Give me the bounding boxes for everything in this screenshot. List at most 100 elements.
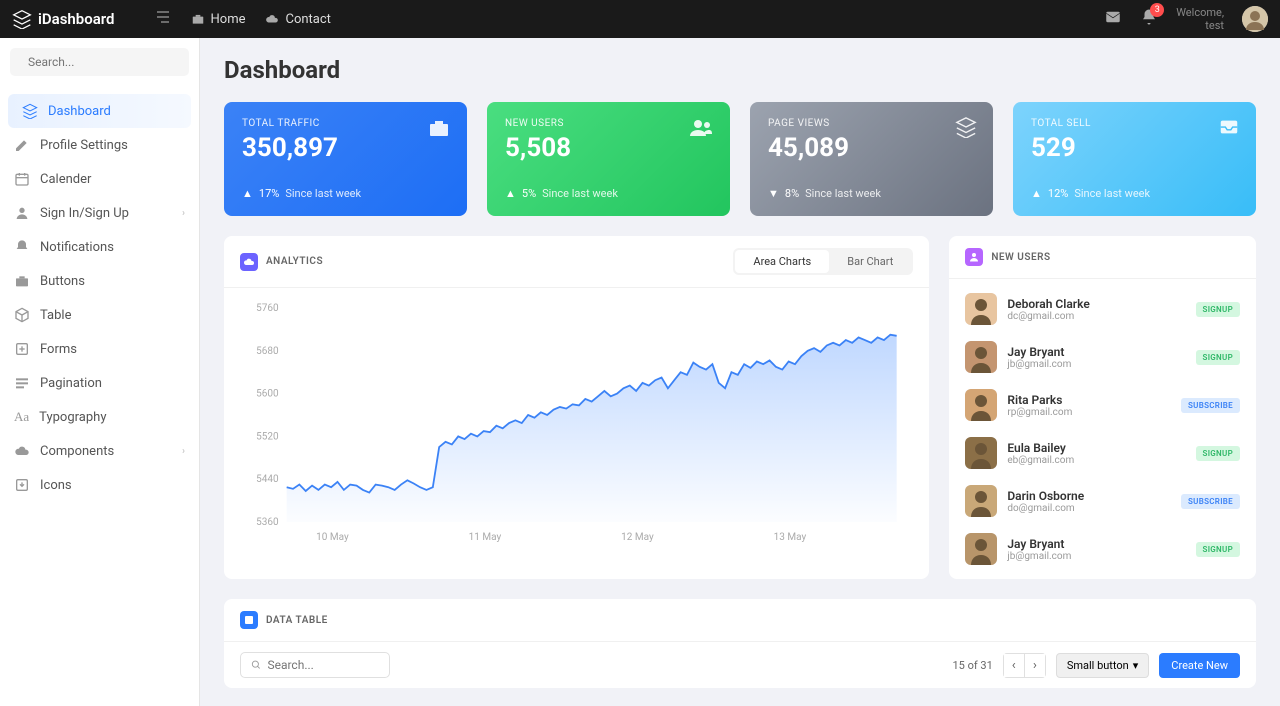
user-tag: SIGNUP [1196, 542, 1240, 557]
chevron-down-icon: ▾ [1133, 659, 1139, 672]
nav-home[interactable]: Home [191, 12, 246, 27]
user-info: Jay Bryant jb@gmail.com [1007, 345, 1185, 370]
svg-text:5360: 5360 [256, 517, 279, 528]
sidebar-item-table[interactable]: Table [0, 298, 199, 332]
user-info: Deborah Clarke dc@gmail.com [1007, 297, 1185, 322]
menu-toggle-icon[interactable] [155, 10, 171, 28]
stat-pageviews[interactable]: PAGE VIEWS 45,089 ▼8%Since last week [750, 102, 993, 216]
user-info: Rita Parks rp@gmail.com [1007, 393, 1171, 418]
plus-square-icon [14, 341, 30, 357]
sidebar-search [0, 38, 199, 86]
table-icon [240, 611, 258, 629]
datatable-search-input[interactable] [267, 658, 379, 672]
cube-icon [14, 307, 30, 323]
down-icon: ▼ [768, 187, 779, 200]
user-icon [14, 205, 30, 221]
edit-icon [14, 137, 30, 153]
nav-contact[interactable]: Contact [265, 12, 330, 27]
sidebar-item-pagination[interactable]: Pagination [0, 366, 199, 400]
user-row[interactable]: Jay Bryant jb@gmail.com SIGNUP [965, 333, 1240, 381]
stat-value: 529 [1031, 133, 1238, 163]
user-name: Jay Bryant [1007, 345, 1185, 359]
bell-icon[interactable]: 3 [1140, 8, 1158, 30]
sidebar-item-label: Forms [40, 342, 77, 357]
sidebar-item-forms[interactable]: Forms [0, 332, 199, 366]
stat-traffic[interactable]: TOTAL TRAFFIC 350,897 ▲17%Since last wee… [224, 102, 467, 216]
stat-value: 5,508 [505, 133, 712, 163]
user-row[interactable]: Eula Bailey eb@gmail.com SIGNUP [965, 429, 1240, 477]
sidebar-item-notifications[interactable]: Notifications [0, 230, 199, 264]
stat-label: TOTAL SELL [1031, 118, 1238, 129]
user-info: Darin Osborne do@gmail.com [1007, 489, 1171, 514]
logo[interactable]: iDashboard [12, 9, 115, 29]
stat-totalsell[interactable]: TOTAL SELL 529 ▲12%Since last week [1013, 102, 1256, 216]
user-name: Eula Bailey [1007, 441, 1185, 455]
briefcase-icon [14, 273, 30, 289]
user-row[interactable]: Deborah Clarke dc@gmail.com SIGNUP [965, 285, 1240, 333]
user-email: jb@gmail.com [1007, 551, 1185, 562]
tab-bar[interactable]: Bar Chart [829, 250, 911, 273]
cloud-icon [14, 443, 30, 459]
stat-newusers[interactable]: NEW USERS 5,508 ▲5%Since last week [487, 102, 730, 216]
topbar: iDashboard Home Contact 3 Welcome, test [0, 0, 1280, 38]
stat-value: 45,089 [768, 133, 975, 163]
top-nav: Home Contact [191, 12, 331, 27]
user-email: eb@gmail.com [1007, 455, 1185, 466]
svg-text:5680: 5680 [256, 346, 279, 357]
sidebar-nav: Dashboard Profile Settings Calender Sign… [0, 94, 199, 502]
up-icon: ▲ [242, 187, 253, 200]
user-avatar[interactable] [1242, 6, 1268, 32]
list-icon [14, 375, 30, 391]
sidebar-item-typography[interactable]: Aa Typography [0, 400, 199, 434]
pager-prev[interactable]: ‹ [1004, 654, 1025, 677]
user-name: Rita Parks [1007, 393, 1171, 407]
datatable-panel: DATA TABLE 15 of 31 ‹ › Small button ▾ C… [224, 599, 1256, 688]
user-email: jb@gmail.com [1007, 359, 1185, 370]
user-tag: SIGNUP [1196, 446, 1240, 461]
create-new-button[interactable]: Create New [1159, 653, 1240, 678]
tab-area[interactable]: Area Charts [735, 250, 829, 273]
sidebar-item-buttons[interactable]: Buttons [0, 264, 199, 298]
text-icon: Aa [14, 409, 29, 425]
svg-text:5520: 5520 [256, 431, 279, 442]
stat-label: TOTAL TRAFFIC [242, 118, 449, 129]
sidebar-item-label: Typography [39, 410, 106, 425]
svg-text:13 May: 13 May [774, 532, 807, 543]
panel-title: NEW USERS [991, 252, 1050, 263]
stat-label: NEW USERS [505, 118, 712, 129]
user-tag: SUBSCRIBE [1181, 398, 1240, 413]
sidebar-item-signin[interactable]: Sign In/Sign Up › [0, 196, 199, 230]
user-icon [965, 248, 983, 266]
bell-icon [14, 239, 30, 255]
user-tag: SIGNUP [1196, 350, 1240, 365]
sidebar: Dashboard Profile Settings Calender Sign… [0, 38, 200, 706]
welcome-text: Welcome, test [1176, 6, 1224, 32]
sidebar-item-label: Calender [40, 172, 91, 187]
sidebar-item-icons[interactable]: Icons [0, 468, 199, 502]
topbar-right: 3 Welcome, test [1104, 6, 1268, 32]
sidebar-item-profile[interactable]: Profile Settings [0, 128, 199, 162]
user-row[interactable]: Jay Bryant jb@gmail.com SIGNUP [965, 525, 1240, 573]
panel-title: DATA TABLE [266, 615, 328, 626]
mail-icon[interactable] [1104, 8, 1122, 30]
svg-text:5600: 5600 [256, 389, 279, 400]
sidebar-item-dashboard[interactable]: Dashboard [8, 94, 191, 128]
sidebar-item-calendar[interactable]: Calender [0, 162, 199, 196]
page-info: 15 of 31 [953, 659, 993, 672]
search-input[interactable] [28, 55, 184, 69]
briefcase-icon [427, 116, 451, 144]
cloud-icon [265, 12, 279, 26]
small-button-dropdown[interactable]: Small button ▾ [1056, 653, 1149, 678]
sidebar-item-components[interactable]: Components › [0, 434, 199, 468]
user-email: do@gmail.com [1007, 503, 1171, 514]
user-row[interactable]: Darin Osborne do@gmail.com SUBSCRIBE [965, 477, 1240, 525]
sidebar-item-label: Icons [40, 478, 72, 493]
download-icon [14, 477, 30, 493]
pager-next[interactable]: › [1025, 654, 1045, 677]
user-row[interactable]: Rita Parks rp@gmail.com SUBSCRIBE [965, 381, 1240, 429]
datatable-search [240, 652, 390, 678]
main-content: Dashboard TOTAL TRAFFIC 350,897 ▲17%Sinc… [200, 38, 1280, 706]
user-email: rp@gmail.com [1007, 407, 1171, 418]
user-avatar [965, 389, 997, 421]
user-name: Jay Bryant [1007, 537, 1185, 551]
